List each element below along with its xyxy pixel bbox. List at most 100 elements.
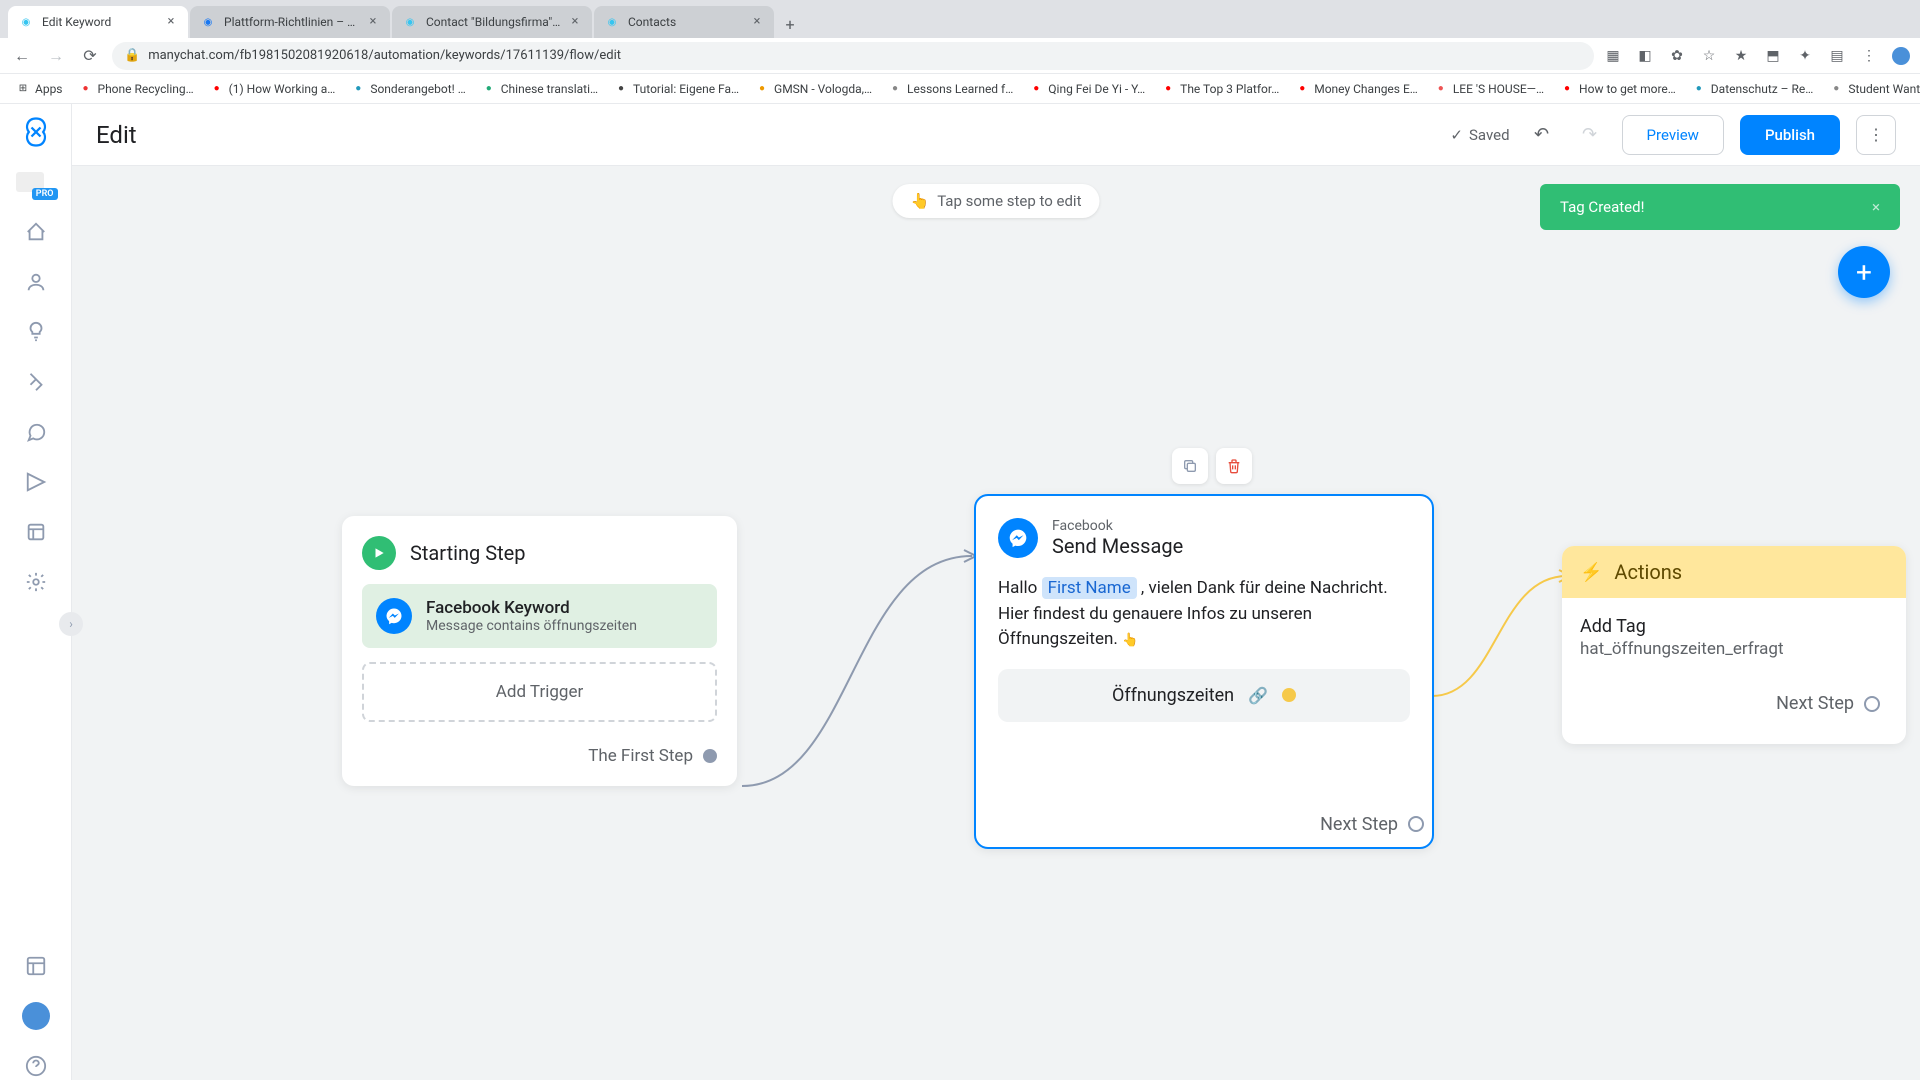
tab-close-icon[interactable]: × <box>568 15 582 29</box>
ext-icon[interactable]: ◧ <box>1636 47 1654 65</box>
favicon: ◉ <box>402 14 418 30</box>
bookmark-item[interactable]: ●Money Changes E… <box>1289 77 1424 101</box>
browser-tab[interactable]: ◉ Plattform-Richtlinien – Übersi… × <box>190 6 390 38</box>
automation-icon[interactable] <box>22 368 50 396</box>
action-title: Add Tag <box>1580 616 1888 637</box>
connector-circle[interactable] <box>1408 816 1424 832</box>
new-tab-button[interactable]: + <box>776 10 804 38</box>
add-step-fab[interactable]: + <box>1838 246 1890 298</box>
variable-pill-first-name[interactable]: First Name <box>1042 577 1137 599</box>
send-message-card[interactable]: Facebook Send Message Hallo First Name ,… <box>974 494 1434 849</box>
ext-icon[interactable]: ✿ <box>1668 47 1686 65</box>
bookmark-icon: ● <box>1434 82 1448 96</box>
preview-button[interactable]: Preview <box>1622 115 1724 155</box>
bookmark-item[interactable]: ●GMSN - Vologda,… <box>749 77 878 101</box>
cursor-icon: 👆 <box>1122 631 1138 651</box>
settings-icon[interactable] <box>22 568 50 596</box>
ext-icon[interactable]: ⋮ <box>1860 47 1878 65</box>
browser-tab-active[interactable]: ◉ Edit Keyword × <box>8 6 188 38</box>
bookmark-item[interactable]: ● LEE 'S HOUSE—… <box>1428 77 1550 101</box>
broadcast-icon[interactable] <box>22 468 50 496</box>
connector-dot[interactable] <box>1282 688 1296 702</box>
url-text: manychat.com/fb198150208192061­8/automat… <box>148 48 621 63</box>
app-logo[interactable] <box>18 114 54 150</box>
tab-close-icon[interactable]: × <box>164 15 178 29</box>
contacts-icon[interactable] <box>22 268 50 296</box>
url-input[interactable]: 🔒 manychat.com/fb198150208192061­8/autom… <box>112 42 1594 70</box>
messenger-icon <box>998 518 1038 558</box>
user-avatar[interactable] <box>22 1002 50 1030</box>
workspace-switcher[interactable]: PRO <box>16 172 56 196</box>
ext-icon[interactable]: ⬒ <box>1764 47 1782 65</box>
more-menu-button[interactable]: ⋮ <box>1856 115 1896 155</box>
next-step-connector[interactable]: Next Step <box>976 814 1432 847</box>
add-trigger-button[interactable]: Add Trigger <box>362 662 717 722</box>
layout-icon[interactable] <box>22 952 50 980</box>
bookmark-item[interactable]: ●Tutorial: Eigene Fa… <box>608 77 745 101</box>
trigger-item[interactable]: Facebook Keyword Message contains öffnun… <box>362 584 717 648</box>
app-header: Edit ✓ Saved ↶ ↷ Preview Publish ⋮ <box>72 104 1920 166</box>
bookmark-item[interactable]: ●Sonderangebot! … <box>345 77 471 101</box>
browser-tab[interactable]: ◉ Contact "Bildungsfirma" throu… × <box>392 6 592 38</box>
ext-puzzle-icon[interactable]: ✦ <box>1796 47 1814 65</box>
bookmark-icon: ● <box>210 82 224 96</box>
bookmark-item[interactable]: ●How to get more… <box>1554 77 1682 101</box>
bookmark-item[interactable]: ●Chinese translati… <box>476 77 604 101</box>
ext-icon[interactable]: ▤ <box>1828 47 1846 65</box>
bookmark-icon: ● <box>1560 82 1574 96</box>
action-value: hat_öffnungszeiten_erfragt <box>1580 639 1888 659</box>
ext-icon[interactable]: ★ <box>1732 47 1750 65</box>
publish-button[interactable]: Publish <box>1740 115 1840 155</box>
bookmark-label: Datenschutz – Re… <box>1711 82 1814 96</box>
connector-circle[interactable] <box>1864 696 1880 712</box>
card-title: Actions <box>1614 560 1682 584</box>
actions-card[interactable]: ⚡ Actions Add Tag hat_öffnungszeiten_erf… <box>1562 546 1906 744</box>
bookmark-item[interactable]: ●Lessons Learned f… <box>882 77 1019 101</box>
sidebar-expand-icon[interactable]: › <box>59 612 83 636</box>
bookmark-item[interactable]: ●Student Wants an… <box>1823 77 1920 101</box>
tab-title: Edit Keyword <box>42 15 158 29</box>
lock-icon: 🔒 <box>124 48 140 63</box>
bookmark-item[interactable]: ●Qing Fei De Yi - Y… <box>1023 77 1151 101</box>
ext-icon[interactable]: ▦ <box>1604 47 1622 65</box>
pro-badge: PRO <box>32 188 58 200</box>
flow-canvas[interactable]: 👆 Tap some step to edit Tag Created! × +… <box>72 166 1920 1080</box>
help-icon[interactable] <box>22 1052 50 1080</box>
next-step-connector[interactable]: Next Step <box>1580 693 1888 726</box>
first-step-connector[interactable]: The First Step <box>362 746 717 766</box>
bookmark-label: Tutorial: Eigene Fa… <box>633 82 739 96</box>
extensions: ▦ ◧ ✿ ☆ ★ ⬒ ✦ ▤ ⋮ <box>1604 47 1910 65</box>
duplicate-button[interactable] <box>1172 448 1208 484</box>
redo-button[interactable]: ↷ <box>1574 119 1606 151</box>
browser-tab[interactable]: ◉ Contacts × <box>594 6 774 38</box>
reload-button[interactable]: ⟳ <box>78 44 102 68</box>
home-icon[interactable] <box>22 218 50 246</box>
tab-close-icon[interactable]: × <box>366 15 380 29</box>
message-button[interactable]: Öffnungszeiten 🔗 <box>998 669 1410 722</box>
bookmark-item[interactable]: ●(1) How Working a… <box>204 77 342 101</box>
starting-step-card[interactable]: Starting Step Facebook Keyword Message c… <box>342 516 737 786</box>
bookmark-label: Qing Fei De Yi - Y… <box>1048 82 1145 96</box>
ext-icon[interactable]: ☆ <box>1700 47 1718 65</box>
toast-close-icon[interactable]: × <box>1872 198 1880 216</box>
bookmark-icon: ● <box>1295 82 1309 96</box>
back-button[interactable]: ← <box>10 44 34 68</box>
profile-avatar-icon[interactable] <box>1892 47 1910 65</box>
connector-dot[interactable] <box>703 749 717 763</box>
delete-button[interactable] <box>1216 448 1252 484</box>
apps-button[interactable]: ⊞Apps <box>10 77 69 101</box>
message-text[interactable]: Hallo First Name , vielen Dank für deine… <box>998 576 1410 653</box>
bookmark-item[interactable]: ●Datenschutz – Re… <box>1686 77 1820 101</box>
forward-button[interactable]: → <box>44 44 68 68</box>
bookmark-item[interactable]: ●Phone Recycling… <box>73 77 200 101</box>
tab-close-icon[interactable]: × <box>750 15 764 29</box>
templates-icon[interactable] <box>22 518 50 546</box>
growth-tools-icon[interactable] <box>22 318 50 346</box>
bookmark-label: LEE 'S HOUSE—… <box>1453 82 1544 96</box>
livechat-icon[interactable] <box>22 418 50 446</box>
trigger-subtitle: Message contains öffnungszeiten <box>426 618 637 634</box>
bookmark-item[interactable]: ●The Top 3 Platfor… <box>1155 77 1285 101</box>
platform-label: Facebook <box>1052 518 1183 534</box>
bookmark-label: Student Wants an… <box>1848 82 1920 96</box>
undo-button[interactable]: ↶ <box>1526 119 1558 151</box>
